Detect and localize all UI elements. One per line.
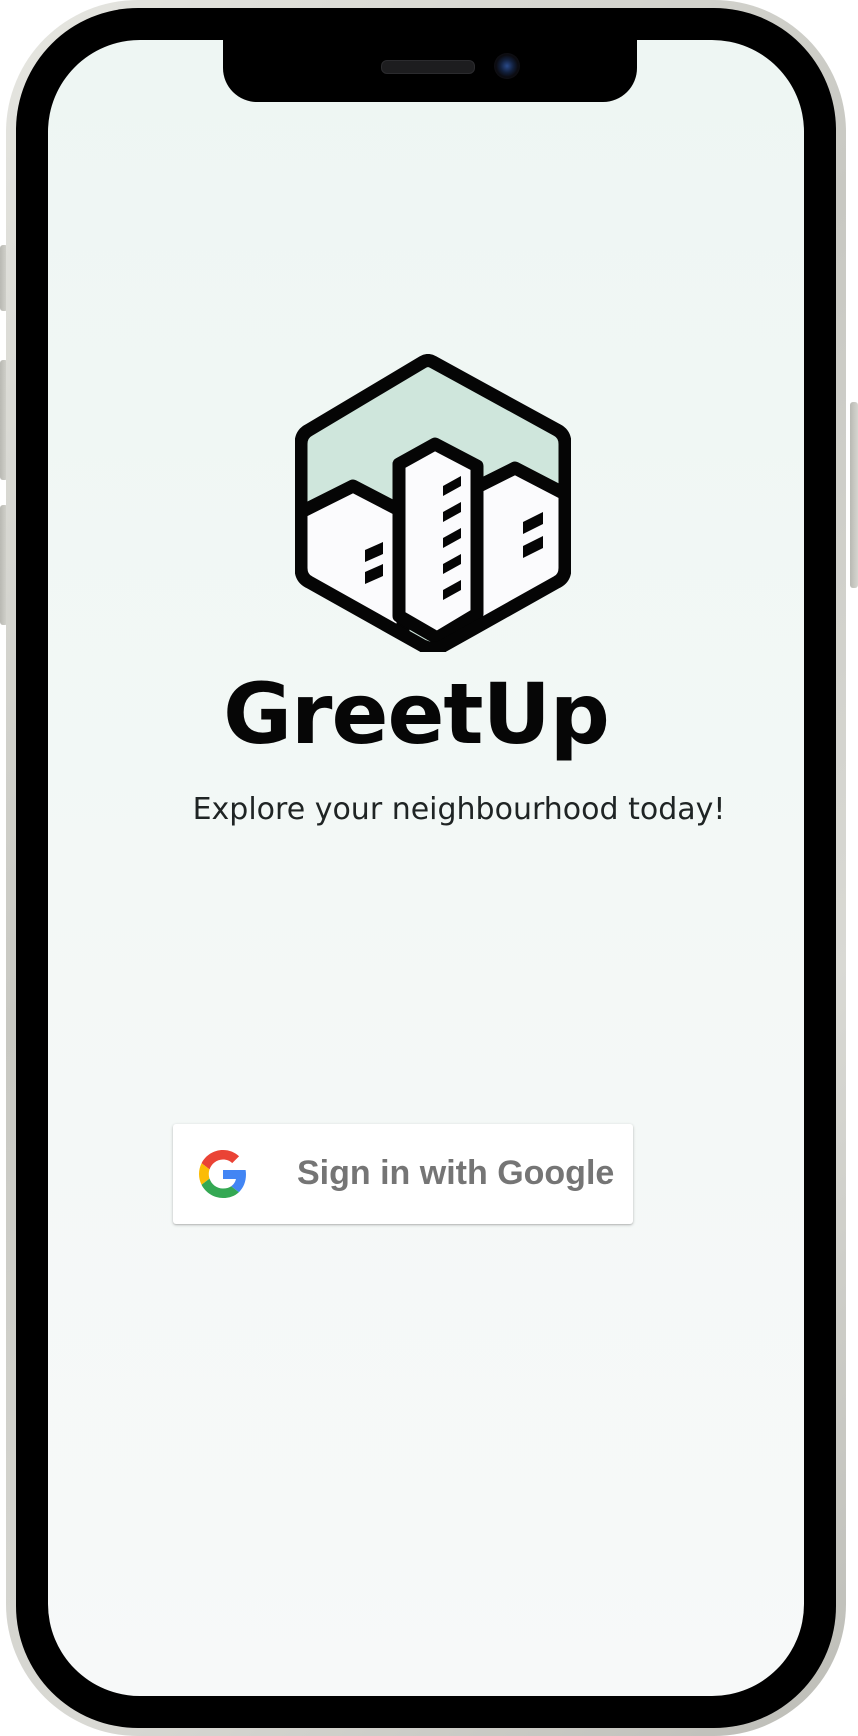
google-g-icon [199,1150,246,1198]
app-title: GreetUp [223,665,610,763]
notch [223,40,637,102]
phone-bezel: GreetUp Explore your neighbourhood today… [16,8,836,1728]
app-tagline: Explore your neighbourhood today! [192,792,726,827]
phone-frame: GreetUp Explore your neighbourhood today… [6,0,846,1736]
speaker-grille [381,60,475,74]
app-screen: GreetUp Explore your neighbourhood today… [48,40,804,1696]
app-logo-icon [295,354,571,652]
google-sign-in-label: Sign in with Google [297,1154,615,1192]
side-button-power [850,402,858,588]
google-sign-in-button[interactable]: Sign in with Google [173,1124,633,1224]
device-mockup: GreetUp Explore your neighbourhood today… [0,0,858,1736]
front-camera-icon [494,53,520,79]
